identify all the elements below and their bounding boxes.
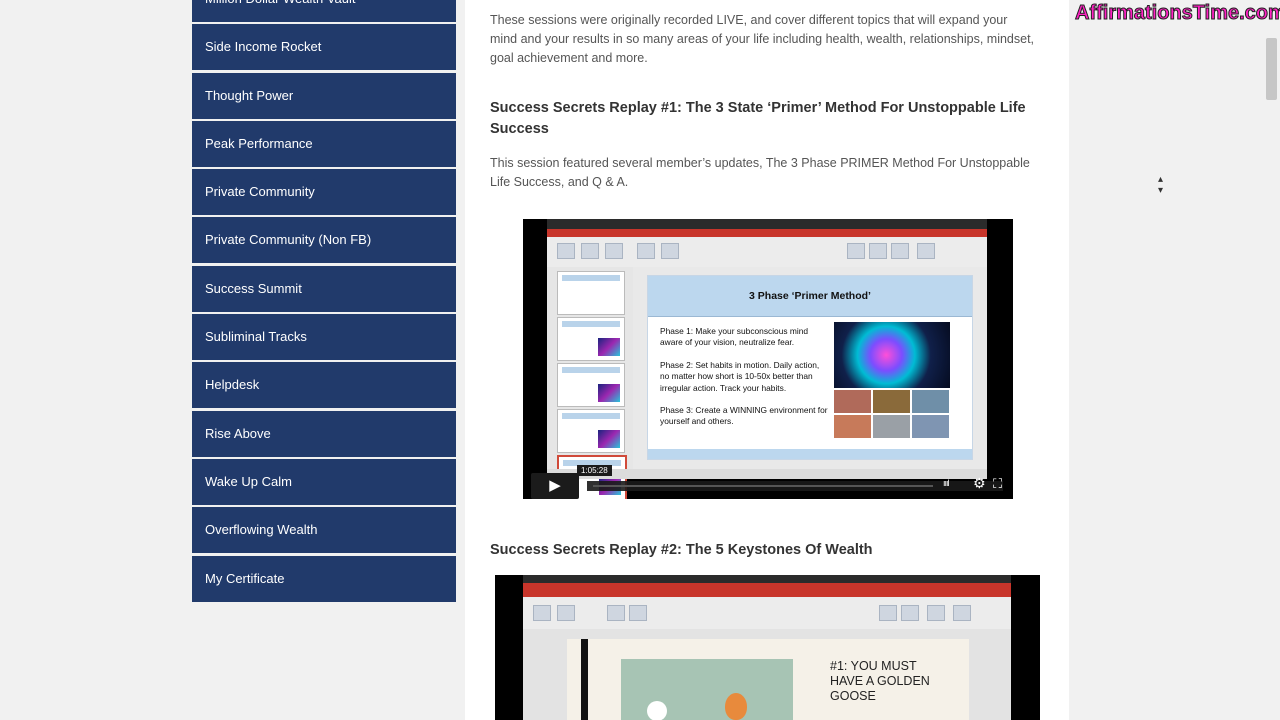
- slide-line-2: HAVE A GOLDEN: [830, 674, 930, 688]
- vertical-resize-cursor-icon: ▴ ▾: [1158, 174, 1164, 196]
- progress-track: [593, 485, 933, 487]
- video-progress-bar[interactable]: ıııl ⚙ ⛶: [587, 475, 1003, 491]
- sidebar-item-wake-up-calm[interactable]: Wake Up Calm: [192, 458, 456, 505]
- slide-footer-bar: [648, 449, 972, 459]
- slide-heading: #1: YOU MUST HAVE A GOLDEN GOOSE: [830, 659, 970, 704]
- brain-image: [834, 322, 950, 388]
- app-menubar: [547, 219, 987, 229]
- sidebar-item-helpdesk[interactable]: Helpdesk: [192, 362, 456, 409]
- intro-text: These sessions were originally recorded …: [490, 13, 1035, 65]
- app-ribbon: [523, 597, 1011, 630]
- slide-title: 3 Phase ‘Primer Method’: [648, 276, 972, 317]
- sidebar-item-peak-performance[interactable]: Peak Performance: [192, 120, 456, 167]
- sidebar-item-private-community[interactable]: Private Community: [192, 169, 456, 216]
- sidebar-item-overflowing-wealth[interactable]: Overflowing Wealth: [192, 507, 456, 554]
- slide-thumbnails: [547, 267, 633, 499]
- slide-line-3: GOOSE: [830, 689, 876, 703]
- slide-line-1: #1: YOU MUST: [830, 659, 917, 673]
- slide-accent-bar: [581, 639, 588, 720]
- replay1-video-player[interactable]: 3 Phase ‘Primer Method’ Phase 1: Make yo…: [523, 219, 1013, 499]
- replay2-video-player[interactable]: #1: YOU MUST HAVE A GOLDEN GOOSE: [495, 575, 1040, 720]
- sidebar-item-subliminal-tracks[interactable]: Subliminal Tracks: [192, 314, 456, 361]
- photo-collage: [834, 390, 950, 438]
- play-icon[interactable]: ▶: [531, 473, 579, 499]
- scrollbar-thumb[interactable]: [1266, 38, 1277, 100]
- replay2-title: Success Secrets Replay #2: The 5 Keyston…: [490, 542, 873, 558]
- slide: #1: YOU MUST HAVE A GOLDEN GOOSE: [567, 639, 969, 720]
- sidebar-item-rise-above[interactable]: Rise Above: [192, 410, 456, 457]
- slide: 3 Phase ‘Primer Method’ Phase 1: Make yo…: [647, 275, 973, 460]
- replay1-description: This session featured several member’s u…: [490, 156, 1030, 189]
- goose-shape: [647, 701, 667, 720]
- sidebar-item-million-dollar-wealth-vault[interactable]: Million Dollar Wealth Vault: [192, 0, 456, 22]
- sidebar-item-thought-power[interactable]: Thought Power: [192, 72, 456, 119]
- golden-egg-shape: [725, 693, 747, 720]
- slide-body: Phase 1: Make your subconscious mind awa…: [660, 326, 830, 439]
- sidebar-item-private-community-non-fb[interactable]: Private Community (Non FB): [192, 217, 456, 264]
- fullscreen-icon[interactable]: ⛶: [993, 476, 1002, 492]
- sidebar-item-success-summit[interactable]: Success Summit: [192, 265, 456, 312]
- slide-phase3: Phase 3: Create a WINNING environment fo…: [660, 405, 828, 427]
- slide-canvas: #1: YOU MUST HAVE A GOLDEN GOOSE: [523, 629, 1011, 720]
- app-ribbon: [547, 237, 987, 268]
- volume-icon[interactable]: ıııl: [943, 478, 949, 488]
- sidebar-item-my-certificate[interactable]: My Certificate: [192, 555, 456, 602]
- app-menubar: [523, 575, 1011, 583]
- app-titlebar: [523, 583, 1011, 597]
- slide-canvas: 3 Phase ‘Primer Method’ Phase 1: Make yo…: [633, 267, 987, 479]
- page-scrollbar[interactable]: [1264, 38, 1278, 720]
- settings-icon[interactable]: ⚙: [973, 475, 986, 492]
- slide-phase2: Phase 2: Set habits in motion. Daily act…: [660, 359, 820, 393]
- video-timecode: 1:05:28: [577, 465, 612, 476]
- app-titlebar: [547, 229, 987, 237]
- watermark-logo: AffirmationsTime.com: [1075, 2, 1280, 25]
- slide-phase1: Phase 1: Make your subconscious mind awa…: [660, 326, 809, 348]
- replay1-title: Success Secrets Replay #1: The 3 State ‘…: [490, 100, 1026, 137]
- sidebar-item-side-income-rocket[interactable]: Side Income Rocket: [192, 24, 456, 71]
- video-controls: ▶ ıııl ⚙ ⛶ 1:05:28: [531, 465, 1005, 499]
- sidebar-nav: Million Dollar Wealth Vault Side Income …: [192, 0, 456, 604]
- golden-goose-image: [621, 659, 793, 720]
- main-content: These sessions were originally recorded …: [465, 0, 1069, 720]
